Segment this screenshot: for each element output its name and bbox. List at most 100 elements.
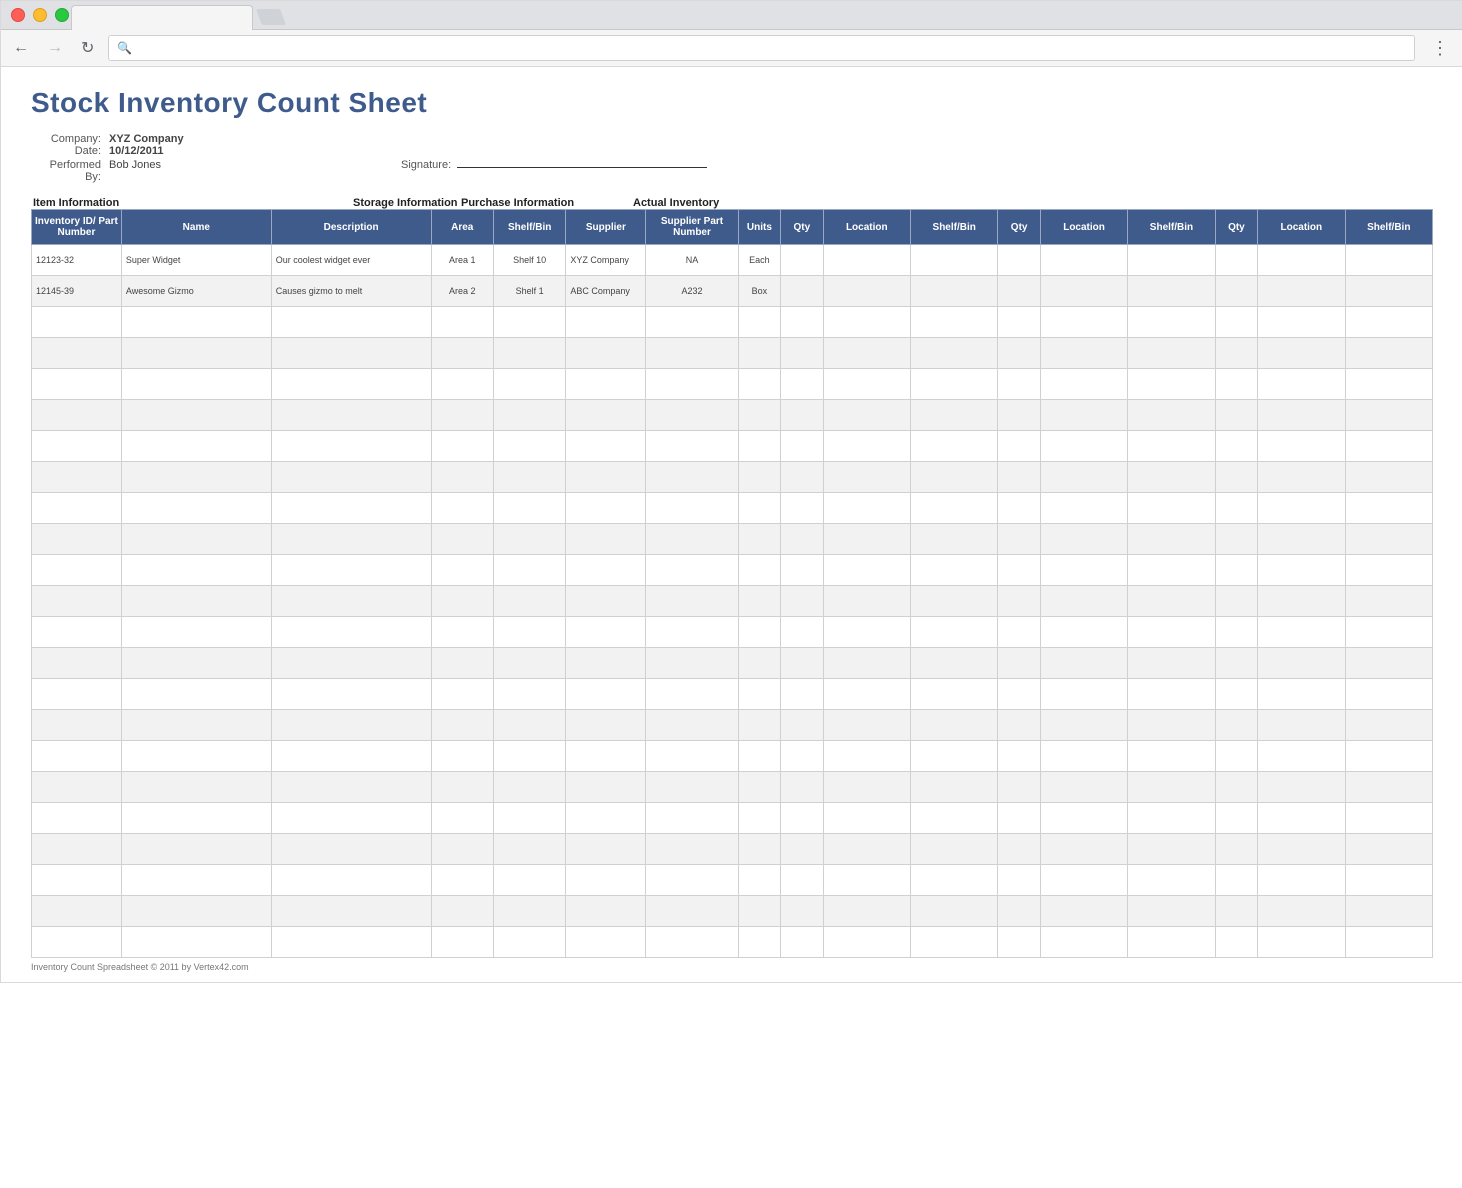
cell-supplier_part[interactable] bbox=[646, 338, 738, 369]
cell-supplier[interactable]: XYZ Company bbox=[566, 245, 646, 276]
cell-area[interactable] bbox=[431, 741, 493, 772]
cell-supplier_part[interactable] bbox=[646, 896, 738, 927]
cell-sh3[interactable] bbox=[1345, 617, 1432, 648]
cell-sh3[interactable] bbox=[1345, 896, 1432, 927]
cell-shelf[interactable] bbox=[493, 369, 565, 400]
cell-supplier[interactable] bbox=[566, 710, 646, 741]
cell-loc1[interactable] bbox=[823, 555, 910, 586]
cell-name[interactable]: Super Widget bbox=[121, 245, 271, 276]
cell-qty1[interactable] bbox=[781, 462, 823, 493]
cell-qty2[interactable] bbox=[998, 679, 1040, 710]
cell-sh1[interactable] bbox=[911, 803, 998, 834]
cell-qty3[interactable] bbox=[1215, 462, 1257, 493]
cell-sh3[interactable] bbox=[1345, 679, 1432, 710]
cell-qty1[interactable] bbox=[781, 400, 823, 431]
cell-sh1[interactable] bbox=[911, 648, 998, 679]
cell-loc2[interactable] bbox=[1040, 865, 1127, 896]
cell-sh2[interactable] bbox=[1128, 865, 1215, 896]
cell-units[interactable] bbox=[738, 927, 780, 958]
reload-button[interactable]: ↻ bbox=[77, 36, 98, 60]
cell-sh2[interactable] bbox=[1128, 710, 1215, 741]
cell-sh3[interactable] bbox=[1345, 741, 1432, 772]
cell-supplier[interactable] bbox=[566, 462, 646, 493]
cell-id[interactable] bbox=[32, 524, 122, 555]
cell-loc1[interactable] bbox=[823, 927, 910, 958]
cell-area[interactable] bbox=[431, 338, 493, 369]
cell-name[interactable] bbox=[121, 431, 271, 462]
cell-desc[interactable] bbox=[271, 648, 431, 679]
cell-qty3[interactable] bbox=[1215, 586, 1257, 617]
cell-desc[interactable] bbox=[271, 524, 431, 555]
cell-sh1[interactable] bbox=[911, 679, 998, 710]
cell-sh3[interactable] bbox=[1345, 307, 1432, 338]
cell-sh2[interactable] bbox=[1128, 338, 1215, 369]
cell-area[interactable] bbox=[431, 710, 493, 741]
cell-area[interactable] bbox=[431, 555, 493, 586]
cell-loc1[interactable] bbox=[823, 276, 910, 307]
cell-shelf[interactable] bbox=[493, 307, 565, 338]
cell-shelf[interactable]: Shelf 10 bbox=[493, 245, 565, 276]
cell-shelf[interactable] bbox=[493, 679, 565, 710]
cell-desc[interactable] bbox=[271, 772, 431, 803]
cell-area[interactable] bbox=[431, 896, 493, 927]
cell-loc3[interactable] bbox=[1258, 710, 1345, 741]
cell-supplier_part[interactable] bbox=[646, 369, 738, 400]
cell-name[interactable] bbox=[121, 586, 271, 617]
cell-sh3[interactable] bbox=[1345, 338, 1432, 369]
cell-qty3[interactable] bbox=[1215, 741, 1257, 772]
cell-desc[interactable] bbox=[271, 369, 431, 400]
cell-supplier[interactable] bbox=[566, 865, 646, 896]
cell-units[interactable] bbox=[738, 679, 780, 710]
cell-qty2[interactable] bbox=[998, 586, 1040, 617]
cell-id[interactable] bbox=[32, 617, 122, 648]
cell-loc3[interactable] bbox=[1258, 338, 1345, 369]
cell-sh1[interactable] bbox=[911, 772, 998, 803]
cell-supplier[interactable] bbox=[566, 617, 646, 648]
cell-qty1[interactable] bbox=[781, 803, 823, 834]
cell-name[interactable] bbox=[121, 338, 271, 369]
cell-sh3[interactable] bbox=[1345, 586, 1432, 617]
cell-shelf[interactable] bbox=[493, 896, 565, 927]
cell-sh3[interactable] bbox=[1345, 524, 1432, 555]
cell-supplier_part[interactable] bbox=[646, 834, 738, 865]
cell-loc1[interactable] bbox=[823, 586, 910, 617]
cell-shelf[interactable] bbox=[493, 586, 565, 617]
cell-loc2[interactable] bbox=[1040, 679, 1127, 710]
cell-sh3[interactable] bbox=[1345, 834, 1432, 865]
cell-sh2[interactable] bbox=[1128, 741, 1215, 772]
cell-qty1[interactable] bbox=[781, 617, 823, 648]
cell-loc2[interactable] bbox=[1040, 245, 1127, 276]
cell-loc3[interactable] bbox=[1258, 741, 1345, 772]
cell-desc[interactable] bbox=[271, 927, 431, 958]
cell-area[interactable] bbox=[431, 462, 493, 493]
cell-loc3[interactable] bbox=[1258, 431, 1345, 462]
cell-area[interactable] bbox=[431, 524, 493, 555]
cell-units[interactable] bbox=[738, 617, 780, 648]
cell-units[interactable] bbox=[738, 834, 780, 865]
cell-id[interactable] bbox=[32, 555, 122, 586]
cell-loc1[interactable] bbox=[823, 524, 910, 555]
cell-area[interactable] bbox=[431, 369, 493, 400]
cell-qty1[interactable] bbox=[781, 679, 823, 710]
cell-loc1[interactable] bbox=[823, 803, 910, 834]
cell-loc2[interactable] bbox=[1040, 586, 1127, 617]
back-button[interactable]: ← bbox=[9, 37, 33, 59]
cell-loc2[interactable] bbox=[1040, 431, 1127, 462]
cell-desc[interactable] bbox=[271, 462, 431, 493]
cell-shelf[interactable] bbox=[493, 741, 565, 772]
cell-desc[interactable] bbox=[271, 400, 431, 431]
cell-sh3[interactable] bbox=[1345, 369, 1432, 400]
cell-loc2[interactable] bbox=[1040, 648, 1127, 679]
cell-shelf[interactable] bbox=[493, 431, 565, 462]
cell-shelf[interactable] bbox=[493, 834, 565, 865]
cell-supplier_part[interactable] bbox=[646, 865, 738, 896]
cell-loc2[interactable] bbox=[1040, 462, 1127, 493]
cell-qty3[interactable] bbox=[1215, 896, 1257, 927]
cell-loc2[interactable] bbox=[1040, 896, 1127, 927]
cell-desc[interactable] bbox=[271, 865, 431, 896]
minimize-window-icon[interactable] bbox=[33, 8, 47, 22]
cell-units[interactable] bbox=[738, 338, 780, 369]
cell-id[interactable] bbox=[32, 307, 122, 338]
cell-desc[interactable]: Our coolest widget ever bbox=[271, 245, 431, 276]
cell-shelf[interactable] bbox=[493, 617, 565, 648]
